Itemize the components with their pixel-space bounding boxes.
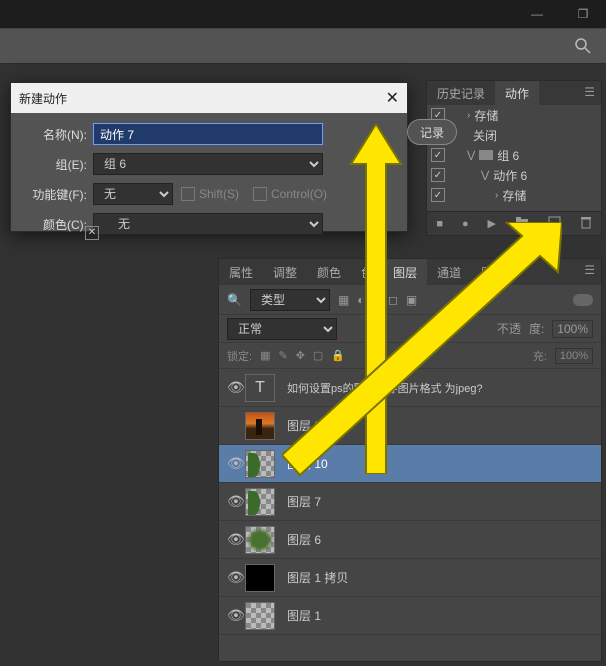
action-checkbox[interactable]: ✓ bbox=[431, 188, 445, 202]
action-item[interactable]: 组 6 bbox=[497, 147, 519, 164]
trash-icon[interactable] bbox=[580, 216, 592, 232]
tab-adjustments[interactable]: 调整 bbox=[263, 259, 307, 285]
close-icon[interactable]: ✕ bbox=[386, 88, 399, 108]
action-item[interactable]: 动作 6 bbox=[493, 167, 527, 184]
panel-menu-icon[interactable]: ☰ bbox=[578, 81, 601, 105]
record-icon[interactable]: ● bbox=[462, 218, 469, 230]
stop-icon[interactable]: ■ bbox=[436, 218, 443, 230]
layer-thumb-text-icon: T bbox=[245, 374, 275, 402]
panel-menu-icon[interactable]: ☰ bbox=[578, 259, 601, 285]
filter-adjust-icon[interactable]: ◐ bbox=[357, 293, 364, 307]
layer-row[interactable]: 👁 图层 10 bbox=[219, 445, 601, 483]
fkey-select[interactable]: 无 bbox=[93, 183, 173, 205]
record-button[interactable]: 记录 bbox=[407, 119, 457, 145]
tab-paths[interactable]: 路 bbox=[471, 259, 503, 285]
color-none-icon: ✕ bbox=[85, 226, 99, 240]
color-select[interactable]: 无 bbox=[93, 213, 323, 235]
layer-thumb bbox=[245, 564, 275, 592]
name-input[interactable] bbox=[93, 123, 323, 145]
action-item[interactable]: 关闭 bbox=[473, 127, 497, 144]
tab-swatches[interactable]: 色 bbox=[351, 259, 383, 285]
action-checkbox[interactable]: ✓ bbox=[431, 168, 445, 182]
lock-brush-icon[interactable]: ✎ bbox=[278, 349, 287, 362]
layer-row[interactable]: 👁 图层 7 bbox=[219, 483, 601, 521]
fill-value[interactable]: 100% bbox=[555, 348, 593, 364]
layer-thumb bbox=[245, 526, 275, 554]
minimize-button[interactable]: — bbox=[514, 0, 560, 28]
search-icon[interactable] bbox=[574, 37, 592, 55]
tab-properties[interactable]: 属性 bbox=[219, 259, 263, 285]
layer-name: 图层 2 bbox=[287, 417, 321, 434]
opacity-value[interactable]: 100% bbox=[552, 320, 593, 338]
lock-artboard-icon[interactable]: ▢ bbox=[313, 349, 323, 362]
lock-all-icon[interactable]: 🔒 bbox=[331, 349, 345, 362]
layer-thumb bbox=[245, 488, 275, 516]
group-select[interactable]: 组 6 bbox=[93, 153, 323, 175]
layer-name: 图层 10 bbox=[287, 455, 328, 472]
layer-row[interactable]: 👁 图层 1 拷贝 bbox=[219, 559, 601, 597]
layer-row[interactable]: 👁 T 如何设置ps的默认保存图片格式 为jpeg? bbox=[219, 369, 601, 407]
lock-move-icon[interactable]: ✥ bbox=[296, 349, 305, 362]
shift-checkbox[interactable] bbox=[181, 187, 195, 201]
layer-name: 如何设置ps的默认保存图片格式 为jpeg? bbox=[287, 380, 483, 396]
tab-layers[interactable]: 图层 bbox=[383, 259, 427, 285]
window-titlebar: — ❐ bbox=[0, 0, 606, 28]
lock-label: 锁定: bbox=[227, 348, 252, 364]
group-label: 组(E): bbox=[25, 156, 87, 173]
layer-thumb bbox=[245, 450, 275, 478]
new-action-icon[interactable] bbox=[548, 216, 561, 232]
tab-color[interactable]: 颜色 bbox=[307, 259, 351, 285]
layers-panel: 属性 调整 颜色 色 图层 通道 路 ☰ 🔍 类型 ▦ ◐ T ◻ ▣ 正常 不… bbox=[218, 258, 602, 662]
color-label: 颜色(C): bbox=[25, 216, 87, 233]
visibility-icon[interactable]: 👁 bbox=[227, 493, 245, 510]
tab-channels[interactable]: 通道 bbox=[427, 259, 471, 285]
layer-row[interactable]: 图层 2 bbox=[219, 407, 601, 445]
play-icon[interactable]: ▶ bbox=[487, 217, 495, 230]
filter-smart-icon[interactable]: ▣ bbox=[406, 293, 417, 307]
layer-row[interactable]: 👁 图层 6 bbox=[219, 521, 601, 559]
name-label: 名称(N): bbox=[25, 126, 87, 143]
action-item[interactable]: 存储 bbox=[502, 187, 526, 204]
filter-pixel-icon[interactable]: ▦ bbox=[338, 293, 349, 307]
new-action-dialog: 新建动作 ✕ 名称(N): 组(E): 组 6 功能键(F): 无 Shift(… bbox=[10, 82, 408, 232]
blend-select[interactable]: 正常 bbox=[227, 318, 337, 340]
restore-button[interactable]: ❐ bbox=[560, 0, 606, 28]
new-folder-icon[interactable] bbox=[515, 216, 529, 231]
kind-select[interactable]: 类型 bbox=[250, 289, 330, 311]
visibility-icon[interactable]: 👁 bbox=[227, 607, 245, 624]
folder-icon bbox=[479, 150, 493, 160]
ctrl-label: Control(O) bbox=[271, 187, 327, 201]
visibility-icon[interactable]: 👁 bbox=[227, 569, 245, 586]
layer-name: 图层 7 bbox=[287, 493, 321, 510]
toolbar bbox=[0, 28, 606, 64]
layer-name: 图层 6 bbox=[287, 531, 321, 548]
tab-history[interactable]: 历史记录 bbox=[427, 81, 495, 105]
opacity-label: 不透 bbox=[497, 320, 521, 337]
action-item[interactable]: 存储 bbox=[474, 107, 498, 124]
lock-pixel-icon[interactable]: ▦ bbox=[260, 349, 270, 362]
visibility-icon[interactable]: 👁 bbox=[227, 531, 245, 548]
filter-toggle-icon[interactable] bbox=[573, 294, 593, 306]
fkey-label: 功能键(F): bbox=[25, 186, 87, 203]
filter-shape-icon[interactable]: ◻ bbox=[388, 293, 398, 307]
action-checkbox[interactable]: ✓ bbox=[431, 148, 445, 162]
layer-row[interactable]: 👁 图层 1 bbox=[219, 597, 601, 635]
filter-text-icon[interactable]: T bbox=[373, 293, 380, 307]
visibility-icon[interactable]: 👁 bbox=[227, 379, 245, 396]
layer-thumb bbox=[245, 602, 275, 630]
dialog-title: 新建动作 bbox=[19, 90, 67, 107]
layer-thumb bbox=[245, 412, 275, 440]
visibility-icon[interactable]: 👁 bbox=[227, 455, 245, 472]
search-filter-icon[interactable]: 🔍 bbox=[227, 293, 242, 307]
shift-label: Shift(S) bbox=[199, 187, 239, 201]
ctrl-checkbox[interactable] bbox=[253, 187, 267, 201]
layer-name: 图层 1 bbox=[287, 607, 321, 624]
actions-panel: 历史记录 动作 ☰ ✓›存储 ✓关闭 ✓⋁组 6 ✓⋁动作 6 ✓›存储 ■ ●… bbox=[426, 80, 602, 236]
fill-label: 充: bbox=[533, 348, 547, 364]
tab-actions[interactable]: 动作 bbox=[495, 81, 539, 105]
layer-name: 图层 1 拷贝 bbox=[287, 569, 348, 586]
